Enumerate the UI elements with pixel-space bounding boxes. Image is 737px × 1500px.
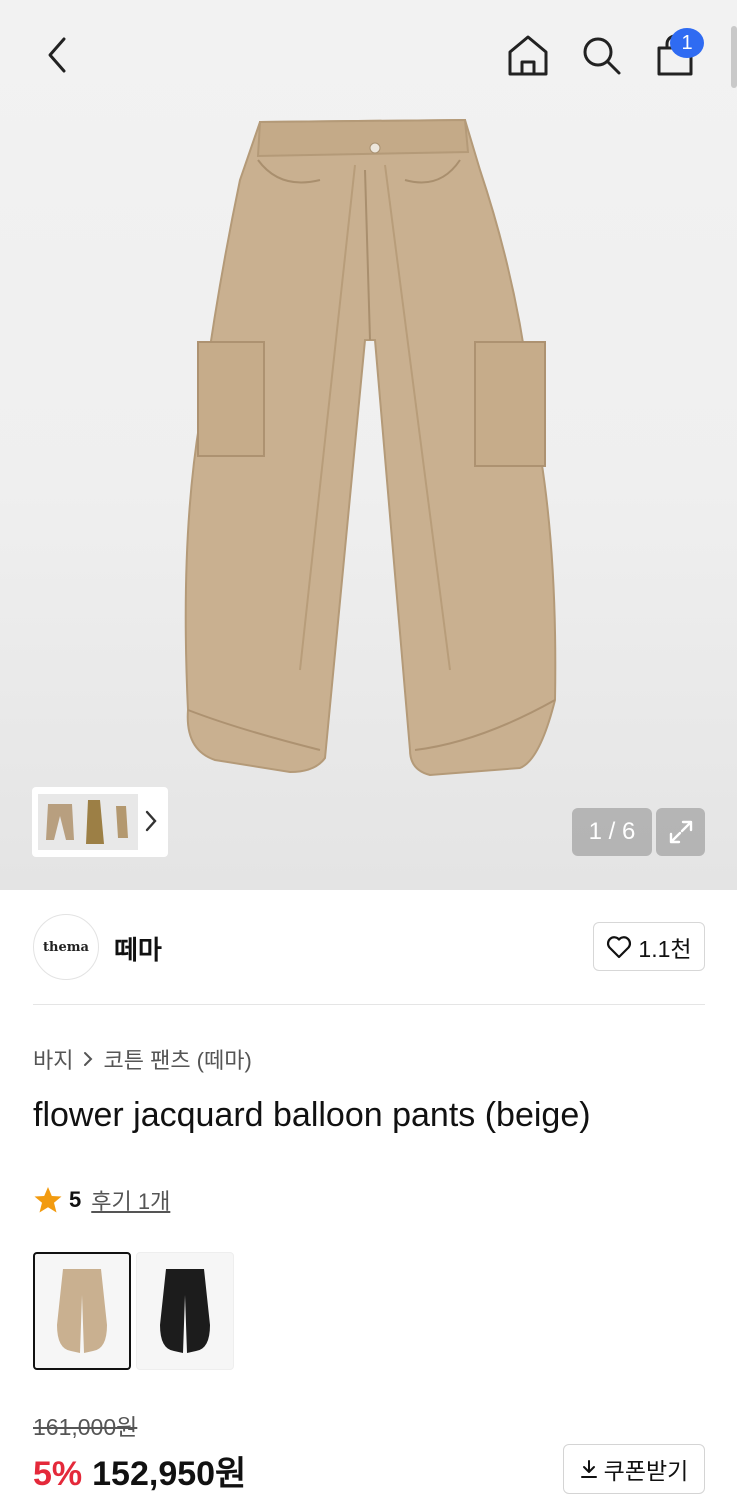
rating-score: 5 [69,1187,82,1212]
brand-name[interactable]: 떼마 [114,930,162,967]
search-button[interactable] [574,28,628,82]
sale-price: 152,950원 [92,1455,247,1493]
star-icon [34,1187,62,1213]
breadcrumb-subcategory[interactable]: 코튼 팬츠 (떼마) [103,1043,251,1075]
original-price: 161,000원 [33,1414,138,1440]
cart-count-badge: 1 [670,28,704,58]
pants-thumbnail [160,1269,210,1353]
rating-summary: 5 후기 1개 [33,1184,170,1216]
expand-icon [669,820,692,844]
heart-icon [607,935,632,958]
review-count-link[interactable]: 후기 1개 [91,1184,170,1216]
product-image [184,118,557,777]
sale-price-row: 5% 152,950원 [33,1446,246,1495]
divider [33,1004,705,1005]
thumbnail-image [38,794,138,850]
discount-rate: 5% [33,1455,83,1493]
back-button[interactable] [30,28,84,82]
image-counter: 1 / 6 [572,808,652,856]
breadcrumb-category[interactable]: 바지 [33,1043,73,1075]
coupon-label: 쿠폰받기 [603,1458,689,1484]
fullscreen-button[interactable] [656,808,705,856]
product-title: flower jacquard balloon pants (beige) [33,1096,591,1134]
breadcrumb: 바지 코튼 팬츠 (떼마) [33,1043,252,1075]
chevron-right-icon[interactable] [144,809,158,833]
download-icon [580,1460,597,1478]
color-option-black[interactable] [136,1252,234,1370]
thumbnail-strip[interactable] [32,787,168,857]
like-count: 1.1천 [638,935,692,962]
search-icon [583,37,621,75]
chevron-right-icon [84,1052,93,1066]
pants-thumbnail [57,1269,107,1353]
coupon-download-button[interactable]: 쿠폰받기 [563,1444,705,1494]
color-option-beige[interactable] [33,1252,131,1370]
scrollbar[interactable] [731,26,737,88]
product-image-gallery[interactable]: 1 1 / 6 [0,0,737,890]
home-button[interactable] [501,28,555,82]
chevron-left-icon [48,37,66,73]
home-icon [508,35,548,76]
brand-logo[interactable]: thema [33,914,99,980]
like-button[interactable]: 1.1천 [593,922,705,971]
